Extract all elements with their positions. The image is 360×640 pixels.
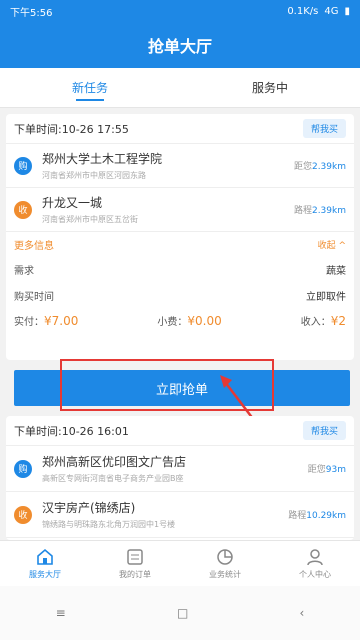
pickup-name: 郑州高新区优印图文广告店	[42, 455, 187, 469]
nav-service-hall[interactable]: 服务大厅	[0, 541, 90, 586]
nav-label: 服务大厅	[29, 570, 61, 579]
order-time: 下单时间:10-26 16:01	[14, 424, 129, 438]
info-key: 需求	[14, 265, 34, 277]
signal-label: 4G	[324, 5, 339, 17]
dropoff-name: 升龙又一城	[42, 196, 103, 210]
status-time: 下午5:56	[10, 7, 53, 19]
more-info-row: 更多信息 收起 ^	[6, 232, 354, 256]
order-card: 下单时间:10-26 17:55 帮我买 购 郑州大学土木工程学院 河南省郑州市…	[6, 114, 354, 360]
menu-icon[interactable]: ≡	[56, 606, 66, 620]
receive-badge-icon: 收	[14, 200, 32, 219]
pickup-distance: 距您2.39km	[293, 162, 346, 172]
system-nav-bar: ≡ □ ‹	[0, 586, 360, 640]
dropoff-sub: 锦绣路与明珠路东北角万润园中1号楼	[42, 520, 176, 529]
dropoff-address[interactable]: 收 升龙又一城 河南省郑州市中原区五岔街 路程2.39km	[6, 188, 354, 232]
dropoff-address[interactable]: 收 汉宇房产(锦绣店) 锦绣路与明珠路东北角万润园中1号楼 路程10.29km	[6, 492, 354, 538]
status-bar: 下午5:56 0.1K/s 4G ▮	[0, 0, 360, 22]
pickup-name: 郑州大学土木工程学院	[42, 152, 163, 166]
collapse-toggle[interactable]: 收起 ^	[318, 238, 346, 251]
home-icon	[37, 548, 53, 565]
back-icon[interactable]: ‹	[300, 606, 305, 620]
chart-icon	[217, 549, 233, 565]
tip-label: 小费：	[157, 316, 188, 328]
info-key: 购买时间	[14, 291, 54, 303]
pickup-address[interactable]: 购 郑州高新区优印图文广告店 高新区专网街河南省电子商务产业园B座 距您93m	[6, 446, 354, 492]
nav-profile[interactable]: 个人中心	[270, 541, 360, 586]
nav-my-orders[interactable]: 我的订单	[90, 541, 180, 586]
pickup-sub: 高新区专网街河南省电子商务产业园B座	[42, 474, 184, 483]
buy-badge-icon: 购	[14, 459, 32, 478]
income-amount: ¥2	[330, 313, 346, 328]
more-info-label: 更多信息	[14, 240, 54, 252]
pickup-address[interactable]: 购 郑州大学土木工程学院 河南省郑州市中原区河园东路 距您2.39km	[6, 144, 354, 188]
dropoff-name: 汉宇房产(锦绣店)	[42, 501, 136, 515]
nav-business-stats[interactable]: 业务统计	[180, 541, 270, 586]
network-speed: 0.1K/s	[287, 5, 319, 17]
receive-badge-icon: 收	[14, 505, 32, 524]
dropoff-sub: 河南省郑州市中原区五岔街	[42, 215, 138, 224]
tab-in-service[interactable]: 服务中	[180, 68, 360, 107]
payment-row: 实付：¥7.00 小费：¥0.00 收入：¥2	[6, 308, 354, 332]
info-row: 购买时间 立即取件	[6, 282, 354, 308]
bottom-nav: 服务大厅 我的订单 业务统计 个人中心	[0, 540, 360, 586]
nav-label: 业务统计	[209, 570, 241, 579]
dropoff-distance: 路程10.29km	[288, 511, 346, 521]
buy-badge-icon: 购	[14, 156, 32, 175]
income-label: 收入：	[300, 316, 331, 328]
tip-amount: ¥0.00	[187, 313, 222, 328]
order-type-badge: 帮我买	[302, 119, 346, 138]
battery-icon: ▮	[344, 5, 350, 17]
pickup-distance: 距您93m	[307, 465, 346, 475]
order-header: 下单时间:10-26 16:01 帮我买	[6, 416, 354, 446]
info-row: 需求 蔬菜	[6, 256, 354, 282]
actual-pay-label: 实付：	[14, 316, 44, 328]
pickup-sub: 河南省郑州市中原区河园东路	[42, 171, 146, 180]
order-icon	[127, 549, 143, 565]
order-type-badge: 帮我买	[302, 421, 346, 440]
order-time: 下单时间:10-26 17:55	[14, 122, 129, 136]
home-button-icon[interactable]: □	[177, 606, 188, 620]
page-title: 抢单大厅	[147, 37, 212, 56]
info-value: 蔬菜	[326, 265, 346, 277]
page-title-bar: 抢单大厅	[0, 22, 360, 68]
tab-bar: 新任务 服务中	[0, 68, 360, 108]
tab-new-tasks[interactable]: 新任务	[0, 68, 180, 107]
order-header: 下单时间:10-26 17:55 帮我买	[6, 114, 354, 144]
user-icon	[307, 549, 323, 566]
nav-label: 个人中心	[299, 570, 331, 579]
dropoff-distance: 路程2.39km	[293, 206, 346, 216]
order-card: 下单时间:10-26 16:01 帮我买 购 郑州高新区优印图文广告店 高新区专…	[6, 416, 354, 540]
info-value: 立即取件	[306, 291, 346, 303]
actual-pay-amount: ¥7.00	[44, 313, 79, 328]
nav-label: 我的订单	[119, 570, 151, 579]
